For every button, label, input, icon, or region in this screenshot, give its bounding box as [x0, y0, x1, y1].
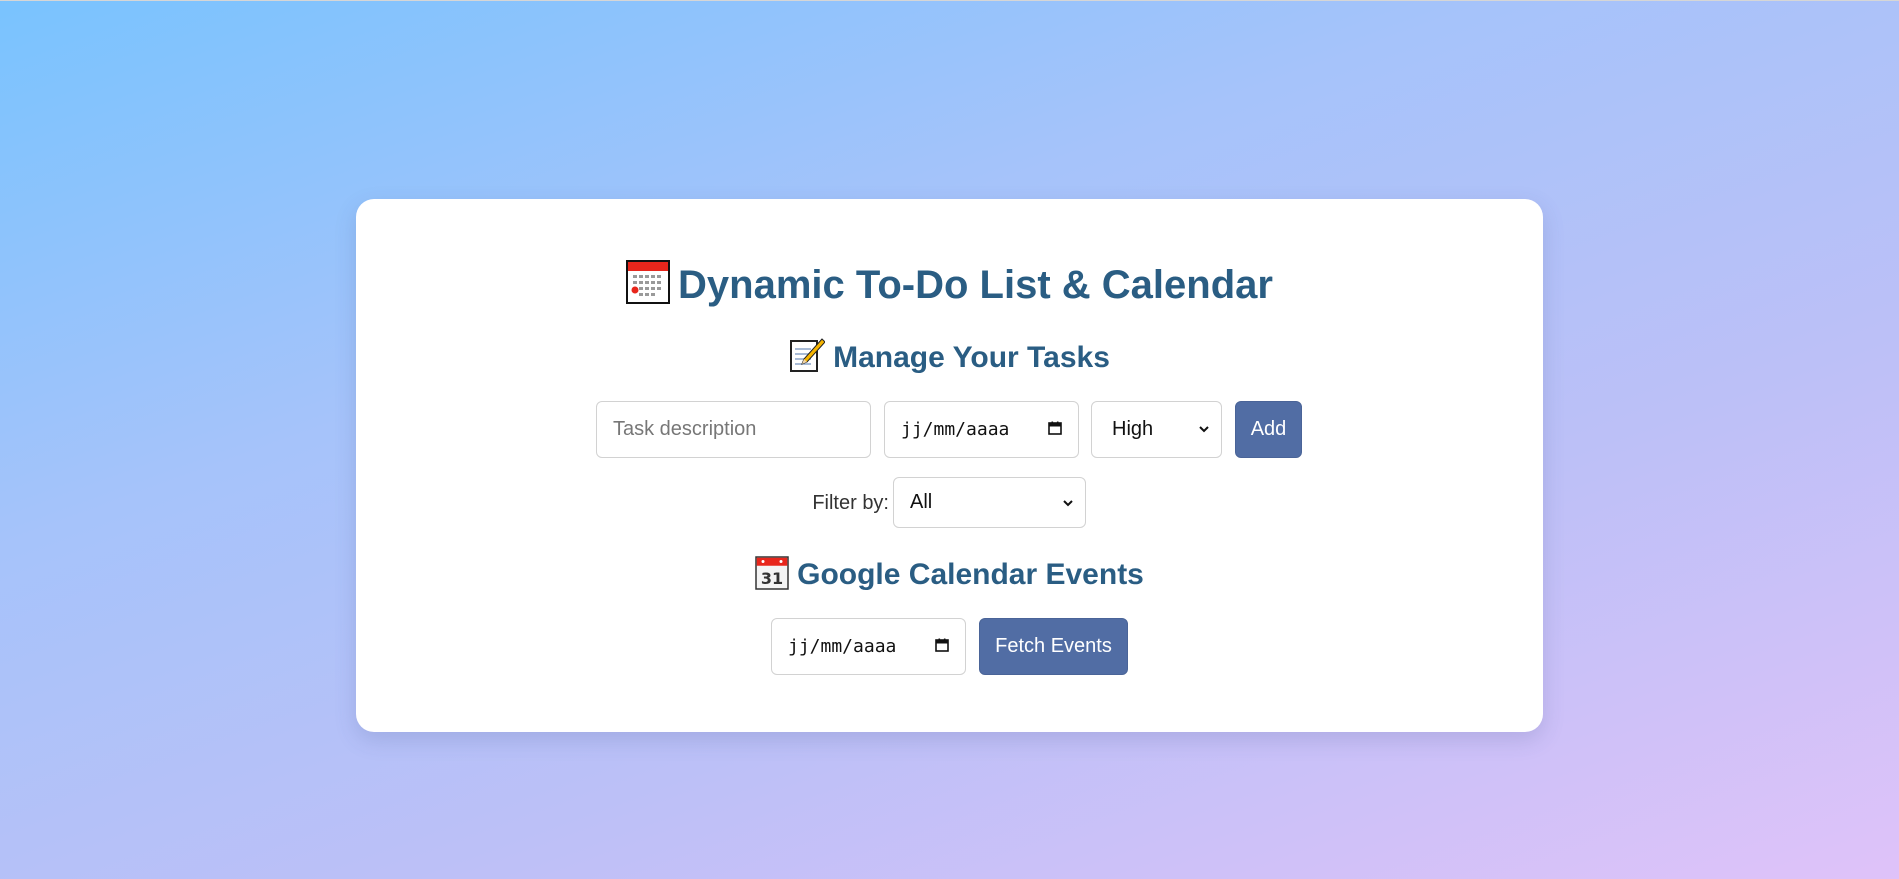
- events-date-input[interactable]: jj/mm/aaaa: [771, 618, 966, 675]
- fetch-events-button[interactable]: Fetch Events: [979, 618, 1128, 675]
- events-heading: 31 Google Calendar Events: [0, 555, 1899, 595]
- top-border: [0, 0, 1899, 1]
- events-date-placeholder: jj/mm/aaaa: [788, 636, 897, 657]
- tasks-heading-text: Manage Your Tasks: [833, 341, 1110, 374]
- add-task-button[interactable]: Add: [1235, 401, 1302, 458]
- chevron-down-icon: [1063, 500, 1073, 507]
- filter-select[interactable]: All: [893, 477, 1086, 528]
- tasks-heading: Manage Your Tasks: [0, 337, 1899, 378]
- calendar-icon: [626, 260, 671, 304]
- calendar-31-icon: 31: [755, 556, 789, 590]
- page-title: Dynamic To-Do List & Calendar: [0, 260, 1899, 310]
- memo-icon: [790, 338, 826, 372]
- task-date-input[interactable]: jj/mm/aaaa: [884, 401, 1079, 458]
- date-picker-icon[interactable]: [1048, 421, 1062, 435]
- task-description-placeholder: Task description: [613, 418, 757, 440]
- date-picker-icon[interactable]: [935, 638, 949, 652]
- filter-selected-value: All: [910, 491, 933, 513]
- svg-text:31: 31: [761, 569, 783, 588]
- priority-selected-value: High: [1112, 418, 1154, 440]
- page-title-text: Dynamic To-Do List & Calendar: [678, 263, 1273, 307]
- chevron-down-icon: [1199, 426, 1209, 433]
- events-heading-text: Google Calendar Events: [797, 558, 1144, 591]
- filter-label: Filter by:: [812, 492, 889, 514]
- priority-select[interactable]: High: [1091, 401, 1222, 458]
- task-description-input[interactable]: Task description: [596, 401, 871, 458]
- task-date-placeholder: jj/mm/aaaa: [901, 419, 1010, 440]
